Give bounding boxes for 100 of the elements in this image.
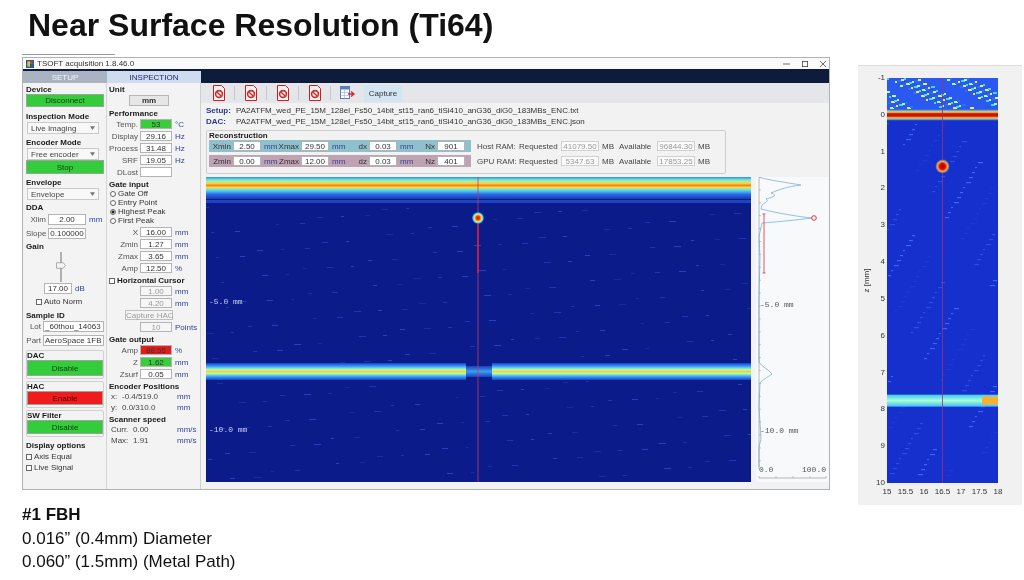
section-heading: Reconstruction — [209, 131, 269, 140]
input-field[interactable]: 2.50 — [233, 141, 261, 151]
field-label: Xmax — [277, 141, 300, 151]
capture-button[interactable]: Capture — [364, 84, 402, 102]
input-field[interactable]: 401 — [437, 156, 465, 166]
checkbox-icon[interactable] — [26, 453, 32, 460]
section-heading: Envelope — [26, 178, 62, 187]
input-field[interactable]: 2.00 — [48, 214, 86, 225]
readout-field: 5347.63 — [561, 156, 599, 166]
unit-label: mm/s — [176, 436, 197, 445]
input-field[interactable]: 1.62 — [140, 357, 172, 367]
input-field[interactable]: 0.03 — [369, 141, 397, 151]
unit-label: mm — [263, 141, 277, 151]
field-label: Zmin — [212, 156, 232, 166]
document-icon[interactable] — [244, 85, 258, 101]
field-label: Zsurf — [118, 369, 139, 379]
input-field[interactable]: 901 — [437, 141, 465, 151]
input-field[interactable]: 12.50 — [140, 263, 172, 273]
unit-label: Hz — [174, 131, 185, 141]
input-field[interactable] — [140, 167, 172, 177]
input-field[interactable]: 29.50 — [301, 141, 329, 151]
radio-option[interactable]: First Peak — [110, 216, 154, 225]
toggle-button[interactable]: Disable — [27, 420, 103, 434]
field-label: Xmin — [211, 141, 232, 151]
section-heading: HAC — [27, 382, 46, 391]
disconnect-button[interactable]: Disconnect — [26, 94, 104, 107]
checkbox-icon[interactable] — [36, 298, 42, 305]
section-heading: Gain — [26, 242, 44, 251]
input-field[interactable]: 0.03 — [369, 156, 397, 166]
input-field[interactable]: 0.00 — [233, 156, 261, 166]
input-field[interactable]: 3.65 — [140, 251, 172, 261]
maximize-icon[interactable] — [802, 60, 808, 67]
section-heading: Scanner speed — [109, 415, 166, 424]
unit-label: mm — [88, 215, 103, 224]
field-label: DLost — [116, 167, 139, 177]
tab[interactable]: INSPECTION — [107, 71, 201, 83]
slider-thumb[interactable] — [56, 262, 66, 270]
speed-value: 0.00 — [132, 425, 150, 434]
position-value: 0.0/310.0 — [121, 403, 157, 412]
auto-norm-checkbox[interactable]: Auto Norm — [36, 297, 83, 306]
depth-label: -10.0 mm — [760, 426, 799, 435]
checkbox-option[interactable]: Live Signal — [26, 463, 74, 472]
file-label: Setup: — [206, 106, 232, 115]
input-field[interactable]: _60thou_14063 — [43, 321, 104, 332]
inspection-mode-dropdown[interactable]: Live Imaging — [27, 122, 99, 134]
radio-option[interactable]: Gate Off — [110, 189, 149, 198]
table-arrow-icon[interactable] — [340, 86, 356, 100]
input-field[interactable]: 53 — [140, 119, 172, 129]
unit-button[interactable]: mm — [129, 95, 169, 106]
tick-label: 16 — [918, 487, 930, 497]
input-field[interactable]: 1.27 — [140, 239, 172, 249]
field-label: dz — [357, 156, 368, 166]
field-label: Host RAM: — [477, 141, 517, 151]
unit-label: mm — [174, 369, 189, 379]
field-label: y: — [111, 403, 119, 412]
envelope-dropdown[interactable]: Envelope — [27, 188, 99, 200]
input-field[interactable]: AeroSpace 1FB — [43, 335, 104, 346]
unit-label: mm — [176, 392, 191, 401]
encoder-mode-dropdown[interactable]: Free encoder — [27, 148, 99, 160]
checkbox-icon[interactable] — [26, 464, 32, 471]
field-label: Amp — [120, 263, 139, 273]
input-field[interactable]: 0.100000 — [48, 228, 86, 239]
radio-icon[interactable] — [110, 199, 116, 206]
toggle-button[interactable]: Enable — [27, 391, 103, 405]
unit-label: MB — [697, 141, 711, 151]
stop-button[interactable]: Stop — [26, 160, 104, 174]
section-heading: Display options — [26, 441, 86, 450]
radio-option[interactable]: Entry Point — [110, 198, 158, 207]
input-field[interactable]: 17.00 — [44, 283, 72, 294]
axis-title: z [mm] — [861, 268, 871, 293]
document-icon[interactable] — [212, 85, 226, 101]
amplitude-axis — [758, 475, 827, 479]
input-field[interactable]: 19.05 — [140, 155, 172, 165]
input-field[interactable]: 31.48 — [140, 143, 172, 153]
unit-label: mm — [263, 156, 277, 166]
input-field[interactable]: 29.16 — [140, 131, 172, 141]
checkbox-option[interactable]: Axis Equal — [26, 452, 72, 461]
caret-icon — [90, 192, 95, 196]
document-icon[interactable] — [308, 85, 322, 101]
tick-label: 3 — [880, 221, 885, 230]
field-label: dx — [357, 141, 368, 151]
field-label: x: — [111, 392, 119, 401]
input-field[interactable]: 12.00 — [301, 156, 329, 166]
tick-label: 9 — [880, 442, 885, 451]
field-label: Zmax — [117, 251, 139, 261]
document-icon[interactable] — [276, 85, 290, 101]
close-icon[interactable] — [820, 60, 826, 67]
toggle-button[interactable]: Disable — [27, 360, 103, 376]
readout-field: 17853.25 — [657, 156, 695, 166]
flaw-indication — [935, 159, 950, 174]
radio-option[interactable]: Highest Peak — [110, 207, 166, 216]
radio-icon[interactable] — [110, 190, 116, 197]
unit-label: mm — [399, 141, 413, 151]
unit-label: mm — [176, 403, 191, 412]
input-field[interactable]: 0.05 — [140, 369, 172, 379]
radio-icon[interactable] — [110, 217, 116, 224]
caret-icon — [90, 152, 95, 156]
gain-slider[interactable] — [56, 252, 66, 282]
radio-icon[interactable] — [110, 208, 116, 215]
input-field[interactable]: 16.00 — [140, 227, 172, 237]
